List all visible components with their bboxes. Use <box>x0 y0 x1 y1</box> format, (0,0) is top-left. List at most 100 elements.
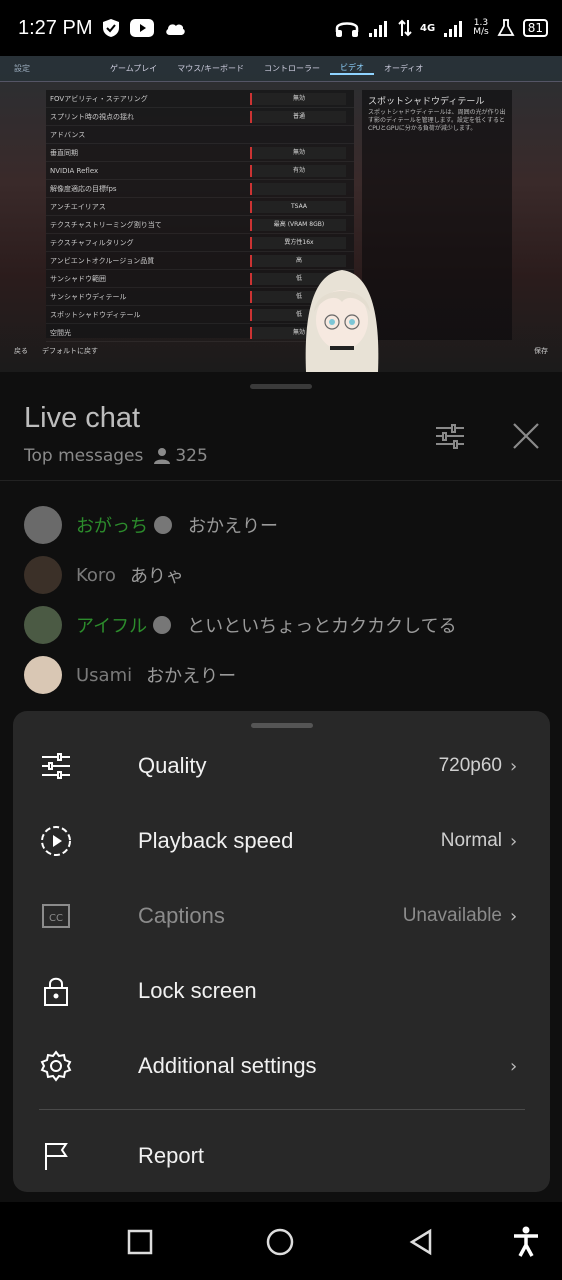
game-tab: ゲームプレイ <box>110 64 158 73</box>
captions-option[interactable]: CC Captions Unavailable › <box>13 881 550 951</box>
game-row-label: テクスチャストリーミング割り当て <box>50 220 162 229</box>
chat-author[interactable]: Koro <box>76 565 116 586</box>
chat-message[interactable]: Koro ありゃ <box>24 550 544 600</box>
quality-label: Quality <box>138 753 207 778</box>
game-tab: コントローラー <box>263 64 320 73</box>
game-bottom-bar: 戻る デフォルトに戻す 保存 <box>14 346 548 356</box>
chat-subheader: Top messages 325 <box>24 446 208 466</box>
shield-icon <box>103 19 120 37</box>
game-tab: オーディオ <box>383 64 424 73</box>
avatar[interactable] <box>24 506 62 544</box>
close-icon <box>513 423 539 449</box>
report-option[interactable]: Report <box>13 1121 550 1191</box>
chat-message[interactable]: おがっち おかえりー <box>24 500 544 550</box>
chat-message[interactable]: Usami おかえりー <box>24 650 544 700</box>
game-row-value: 異方性16x <box>250 236 346 249</box>
signal-icon <box>369 21 388 37</box>
chevron-right-icon: › <box>510 755 518 777</box>
game-row: アドバンス <box>46 126 354 144</box>
game-row-label: アンチエイリアス <box>50 202 106 211</box>
lock-screen-option[interactable]: Lock screen <box>13 956 550 1026</box>
chat-close-button[interactable] <box>506 416 546 456</box>
game-row-value <box>250 182 346 195</box>
cloud-icon <box>166 24 186 35</box>
game-row: アンチエイリアス TSAA <box>46 198 354 216</box>
game-row-label: アドバンス <box>50 130 86 139</box>
game-row-label: 空間光 <box>50 328 71 337</box>
game-row-value: 最高 (VRAM 8GB) <box>250 218 346 231</box>
lock-screen-label: Lock screen <box>138 978 257 1003</box>
status-time: 1:27 PM <box>18 16 93 39</box>
net-speed-unit: M/s <box>473 27 489 37</box>
viewer-count-value: 325 <box>175 446 208 466</box>
playback-speed-value: Normal <box>440 830 502 851</box>
chat-author[interactable]: アイフル <box>76 612 147 638</box>
playback-speed-icon <box>39 824 73 858</box>
game-row-label: 解像度適応の目標fps <box>50 184 117 193</box>
sheet-drag-handle[interactable] <box>251 723 313 728</box>
sliders-icon <box>39 749 73 783</box>
game-row: 垂直同期 無効 <box>46 144 354 162</box>
chat-author[interactable]: おがっち <box>76 512 148 538</box>
recents-button[interactable] <box>122 1224 158 1260</box>
additional-settings-label: Additional settings <box>138 1053 317 1078</box>
game-row-value: 有効 <box>250 164 346 177</box>
game-tab: マウス/キーボード <box>177 64 244 73</box>
viewer-count: 325 <box>153 446 208 466</box>
back-triangle-icon <box>409 1228 432 1256</box>
chevron-right-icon: › <box>510 830 518 852</box>
video-player[interactable]: 設定 ゲームプレイ マウス/キーボード コントローラー ビデオ オーディオ FO… <box>0 56 562 372</box>
game-row: テクスチャストリーミング割り当て 最高 (VRAM 8GB) <box>46 216 354 234</box>
avatar[interactable] <box>24 656 62 694</box>
game-row: NVIDIA Reflex 有効 <box>46 162 354 180</box>
chat-author[interactable]: Usami <box>76 665 132 686</box>
game-row: テクスチャフィルタリング 異方性16x <box>46 234 354 252</box>
youtube-icon <box>130 19 155 37</box>
back-button[interactable] <box>403 1224 439 1260</box>
captions-icon: CC <box>39 899 73 933</box>
captions-label: Captions <box>138 903 225 928</box>
additional-settings-option[interactable]: Additional settings › <box>13 1031 550 1101</box>
person-icon <box>154 448 171 464</box>
chat-divider <box>0 480 562 481</box>
player-settings-sheet: Quality 720p60 › Playback speed Normal ›… <box>13 711 550 1192</box>
flag-icon <box>39 1139 73 1173</box>
game-row-label: スポットシャドウディテール <box>50 310 141 319</box>
network-type: 4G <box>420 22 436 34</box>
chat-mode-label[interactable]: Top messages <box>24 446 143 466</box>
avatar[interactable] <box>24 556 62 594</box>
system-navigation-bar <box>0 1202 562 1280</box>
game-row: FOVアビリティ・ステアリング 無効 <box>46 90 354 108</box>
playback-speed-option[interactable]: Playback speed Normal › <box>13 806 550 876</box>
chat-title: Live chat <box>24 402 141 434</box>
chat-message-list[interactable]: おがっち おかえりー Koro ありゃ アイフル といといちょっとカクカクしてる… <box>24 500 544 700</box>
report-label: Report <box>138 1143 205 1168</box>
game-row-value: 無効 <box>250 92 346 105</box>
game-side-desc: スポットシャドウディテールは、周囲の光が作り出す影のディテールを管理します。設定… <box>368 109 506 132</box>
game-default-label: デフォルトに戻す <box>42 347 98 355</box>
quality-option[interactable]: Quality 720p60 › <box>13 731 550 801</box>
game-row: スプリント時の視点の揺れ 普通 <box>46 108 354 126</box>
chat-filter-button[interactable] <box>430 416 470 456</box>
sheet-divider <box>39 1109 525 1110</box>
chat-drag-handle[interactable] <box>250 384 312 389</box>
game-row: 解像度適応の目標fps <box>46 180 354 198</box>
game-row-label: スプリント時の視点の揺れ <box>50 112 134 121</box>
status-bar: 1:27 PM 4G 1.3 M/s 81 <box>0 0 562 56</box>
game-row-label: FOVアビリティ・ステアリング <box>50 94 148 103</box>
accessibility-button[interactable] <box>508 1224 544 1260</box>
chat-text: といといちょっとカクカクしてる <box>187 616 457 637</box>
square-icon <box>127 1229 153 1255</box>
game-row-value: TSAA <box>250 200 346 213</box>
game-row-value: 無効 <box>250 146 346 159</box>
status-left-icons <box>102 18 186 38</box>
home-button[interactable] <box>262 1224 298 1260</box>
chat-text: おかえりー <box>188 516 278 537</box>
chat-text: おかえりー <box>146 666 237 687</box>
game-row-label: サンシャドウ範囲 <box>50 274 106 283</box>
svg-text:CC: CC <box>49 913 63 924</box>
chat-message[interactable]: アイフル といといちょっとカクカクしてる <box>24 600 544 650</box>
game-settings-label: 設定 <box>14 64 30 73</box>
avatar[interactable] <box>24 606 62 644</box>
game-back-label: 戻る <box>14 347 28 355</box>
